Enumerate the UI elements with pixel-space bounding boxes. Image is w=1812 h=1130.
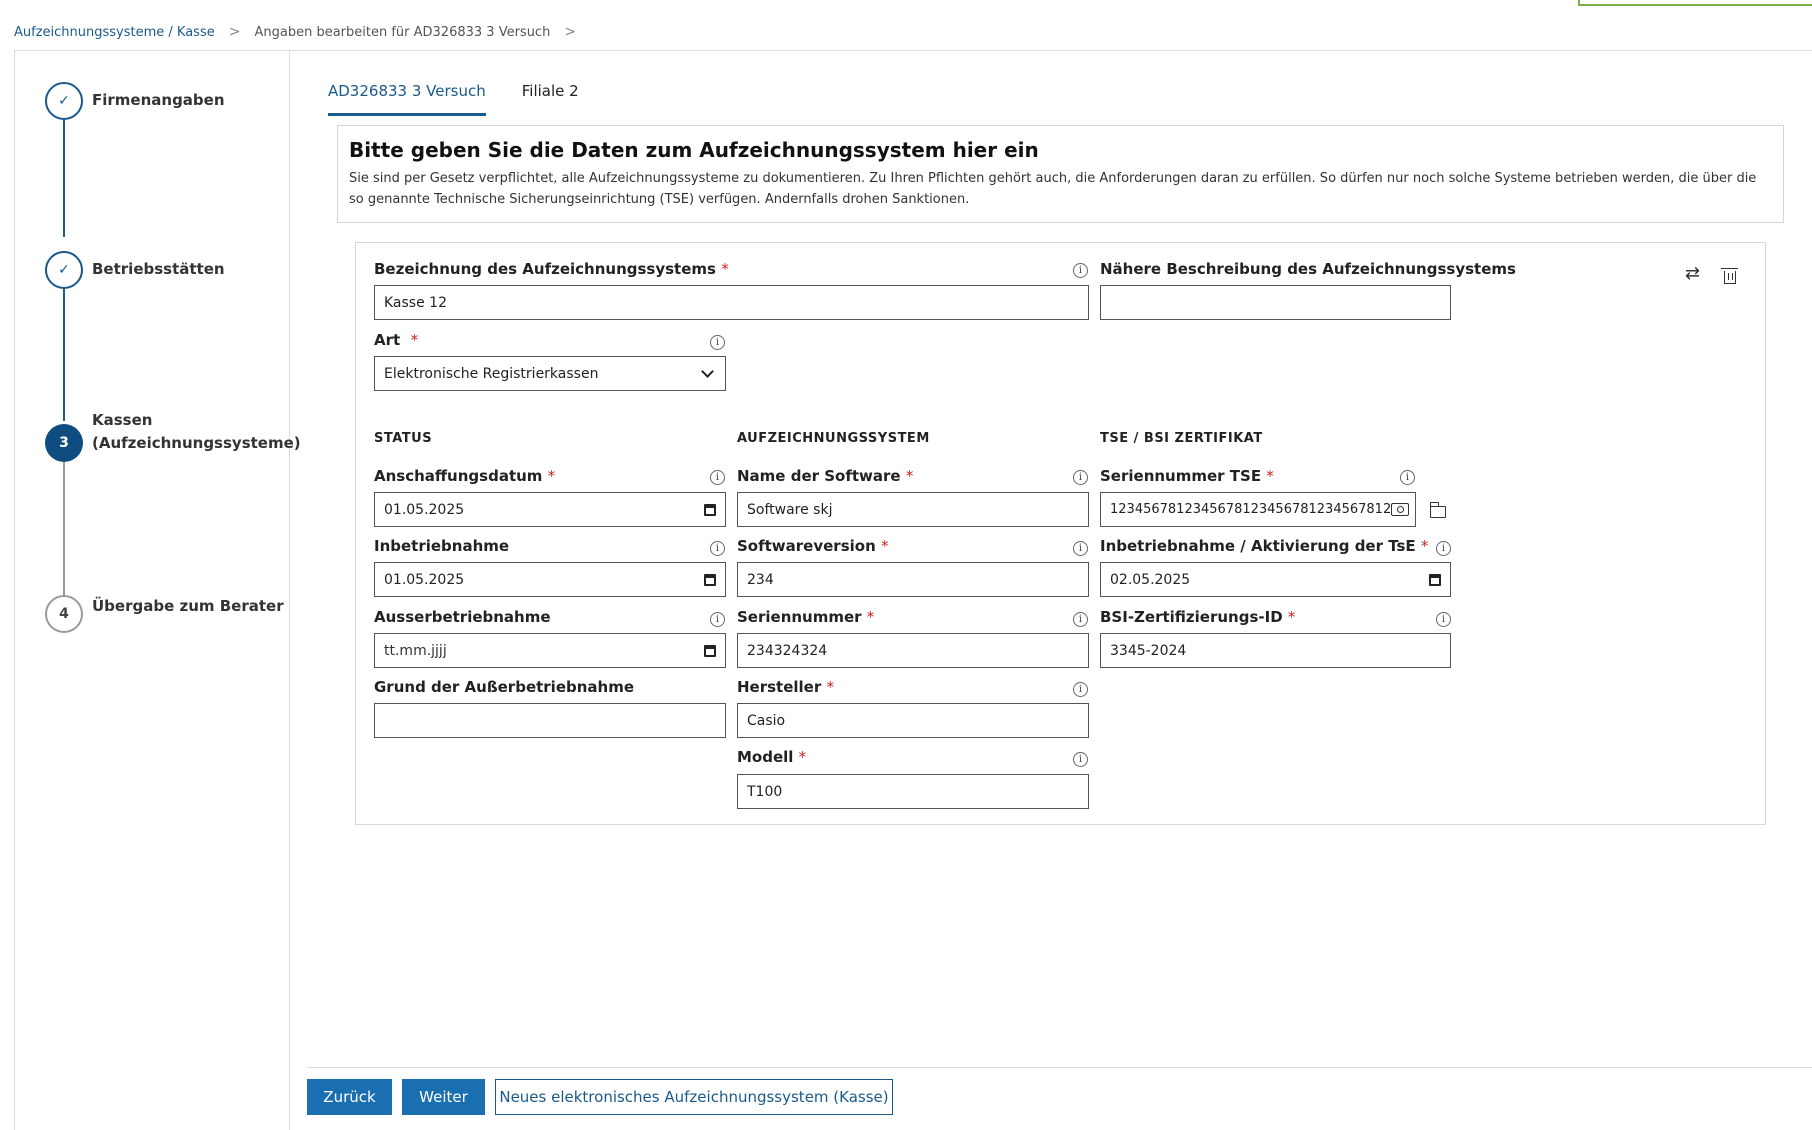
info-icon[interactable]: i <box>1073 541 1088 556</box>
info-box: Bitte geben Sie die Daten zum Aufzeichnu… <box>337 125 1784 223</box>
ausserbetriebnahme-input[interactable]: tt.mm.jjjj <box>374 633 726 668</box>
modell-label: Modell * <box>737 748 807 766</box>
modell-input[interactable]: T100 <box>737 774 1089 809</box>
calendar-icon[interactable] <box>704 644 716 657</box>
breadcrumb-current: Angaben bearbeiten für AD326833 3 Versuc… <box>254 24 551 40</box>
tab-ad326833[interactable]: AD326833 3 Versuch <box>328 82 486 116</box>
anschaffungsdatum-input[interactable]: 01.05.2025 <box>374 492 726 527</box>
tse-seriennummer-label: Seriennummer TSE * <box>1100 467 1274 485</box>
tab-filiale-2[interactable]: Filiale 2 <box>522 82 579 116</box>
software-name-input[interactable]: Software skj <box>737 492 1089 527</box>
info-icon[interactable]: i <box>1400 470 1415 485</box>
top-accent-frame <box>1578 0 1812 6</box>
step-number: 3 <box>45 424 83 462</box>
camera-scan-icon[interactable] <box>1391 503 1409 516</box>
new-system-button[interactable]: Neues elektronisches Aufzeichnungssystem… <box>495 1079 893 1115</box>
breadcrumb: Aufzeichnungssysteme / Kasse > Angaben b… <box>14 24 590 40</box>
form-card: Bezeichnung des Aufzeichnungssystems * i… <box>355 242 1766 825</box>
section-aufzeichnungssystem: AUFZEICHNUNGSSYSTEM <box>737 431 930 446</box>
step-label: Kassen (Aufzeichnungssysteme) <box>92 411 301 452</box>
inbetriebnahme-label: Inbetriebnahme <box>374 537 510 555</box>
inbetriebnahme-input[interactable]: 01.05.2025 <box>374 562 726 597</box>
ausserbetriebnahme-label: Ausserbetriebnahme <box>374 608 551 626</box>
step-label: Betriebsstätten <box>92 260 225 278</box>
section-status: STATUS <box>374 431 433 446</box>
info-icon[interactable]: i <box>710 541 725 556</box>
beschreibung-input[interactable] <box>1100 285 1451 320</box>
trash-icon[interactable] <box>1721 268 1738 284</box>
info-icon[interactable]: i <box>1073 612 1088 627</box>
step-label: Firmenangaben <box>92 91 225 109</box>
info-icon[interactable]: i <box>1436 541 1451 556</box>
grund-input[interactable] <box>374 703 726 738</box>
folder-open-icon[interactable] <box>1429 502 1446 518</box>
softwareversion-label: Softwareversion * <box>737 537 889 555</box>
chevron-right-icon: > <box>228 24 241 40</box>
bezeichnung-input[interactable]: Kasse 12 <box>374 285 1089 320</box>
info-icon[interactable]: i <box>710 612 725 627</box>
calendar-icon[interactable] <box>704 573 716 586</box>
tse-inbetriebnahme-input[interactable]: 02.05.2025 <box>1100 562 1451 597</box>
beschreibung-label: Nähere Beschreibung des Aufzeichnungssys… <box>1100 260 1516 278</box>
grund-label: Grund der Außerbetriebnahme <box>374 678 635 696</box>
info-text: Sie sind per Gesetz verpflichtet, alle A… <box>349 171 1757 207</box>
step-firmenangaben[interactable]: ✓ Firmenangaben <box>45 82 225 120</box>
seriennummer-input[interactable]: 234324324 <box>737 633 1089 668</box>
anschaffungsdatum-label: Anschaffungsdatum * <box>374 467 556 485</box>
bezeichnung-label: Bezeichnung des Aufzeichnungssystems * <box>374 260 729 278</box>
softwareversion-input[interactable]: 234 <box>737 562 1089 597</box>
software-name-label: Name der Software * <box>737 467 914 485</box>
check-icon: ✓ <box>45 82 83 120</box>
hersteller-label: Hersteller * <box>737 678 834 696</box>
calendar-icon[interactable] <box>1429 573 1441 586</box>
step-betriebsstaetten[interactable]: ✓ Betriebsstätten <box>45 251 225 289</box>
step-connector <box>63 459 65 599</box>
chevron-down-icon <box>701 364 714 378</box>
info-icon[interactable]: i <box>1073 682 1088 697</box>
info-icon[interactable]: i <box>710 335 725 350</box>
step-number: 4 <box>45 595 83 633</box>
stepper-sidebar: ✓ Firmenangaben ✓ Betriebsstätten 3 Kass… <box>14 51 301 1130</box>
info-icon[interactable]: i <box>1073 470 1088 485</box>
info-icon[interactable]: i <box>1073 263 1088 278</box>
section-tse: TSE / BSI ZERTIFIKAT <box>1100 431 1263 446</box>
seriennummer-label: Seriennummer * <box>737 608 875 626</box>
bsi-id-label: BSI-Zertifizierungs-ID * <box>1100 608 1296 626</box>
swap-icon[interactable]: ⇄ <box>1685 265 1700 283</box>
calendar-icon[interactable] <box>704 503 716 516</box>
step-connector <box>63 119 65 237</box>
info-title: Bitte geben Sie die Daten zum Aufzeichnu… <box>349 138 1039 162</box>
next-button[interactable]: Weiter <box>402 1079 485 1115</box>
tse-seriennummer-input[interactable]: 1234567812345678123456781234567812345678… <box>1100 492 1416 527</box>
step-label: Übergabe zum Berater <box>92 597 284 615</box>
info-icon[interactable]: i <box>1436 612 1451 627</box>
chevron-right-icon: > <box>564 24 577 40</box>
bsi-id-input[interactable]: 3345-2024 <box>1100 633 1451 668</box>
hersteller-input[interactable]: Casio <box>737 703 1089 738</box>
breadcrumb-link-kasse[interactable]: Aufzeichnungssysteme / Kasse <box>14 25 215 40</box>
step-connector <box>63 289 65 421</box>
tab-bar: AD326833 3 Versuch Filiale 2 <box>328 82 615 116</box>
footer-divider <box>307 1067 1812 1068</box>
art-select[interactable]: Elektronische Registrierkassen <box>374 356 726 391</box>
step-kassen[interactable]: 3 Kassen (Aufzeichnungssysteme) <box>45 411 301 462</box>
back-button[interactable]: Zurück <box>307 1079 392 1115</box>
info-icon[interactable]: i <box>710 470 725 485</box>
info-icon[interactable]: i <box>1073 752 1088 767</box>
step-uebergabe[interactable]: 4 Übergabe zum Berater <box>45 595 284 633</box>
art-label: Art * <box>374 331 419 349</box>
check-icon: ✓ <box>45 251 83 289</box>
tse-inbetriebnahme-label: Inbetriebnahme / Aktivierung der TsE * <box>1100 537 1429 555</box>
